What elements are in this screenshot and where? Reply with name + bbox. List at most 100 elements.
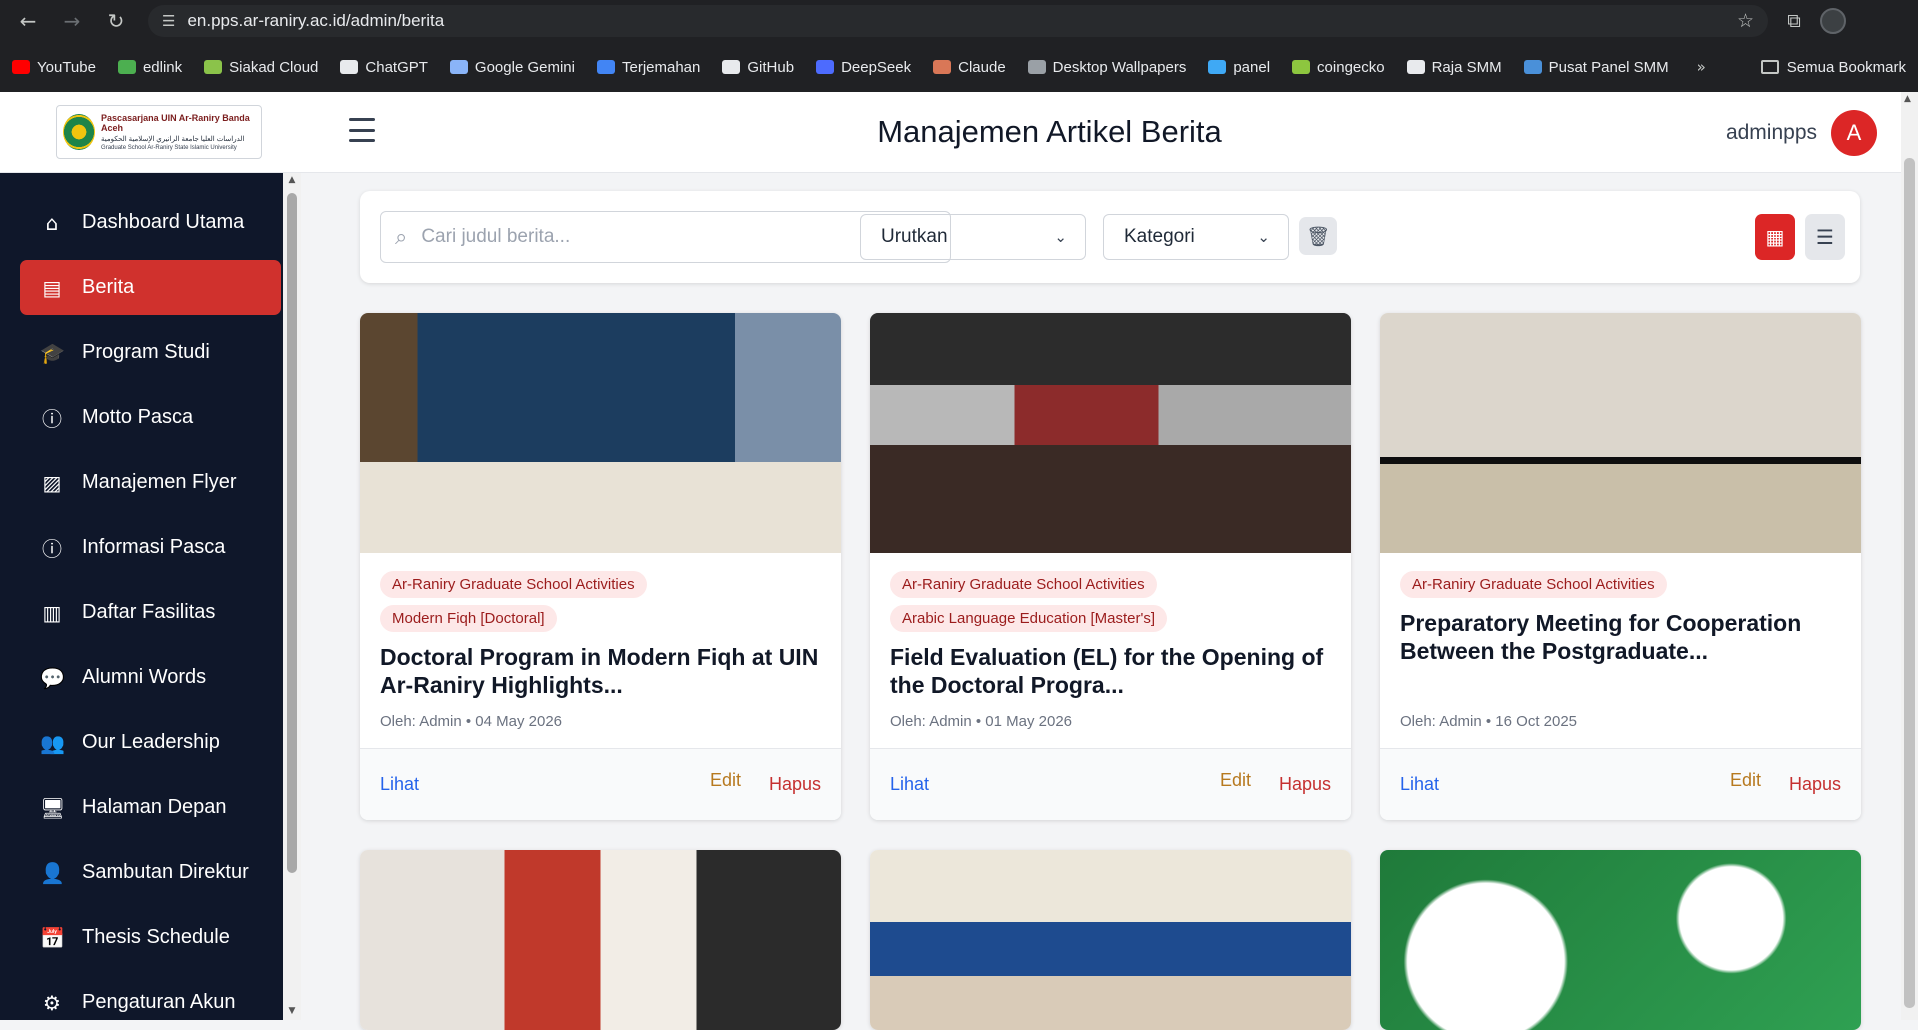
card-meta: Oleh: Admin • 16 Oct 2025 [1400,713,1578,730]
university-logo[interactable]: Pascasarjana UIN Ar-Raniry Banda Aceh ال… [56,105,262,159]
image-icon: ▨ [42,470,62,495]
bookmark-item[interactable]: ChatGPT [340,59,428,76]
page-scroll-up-icon[interactable]: ▲ [1904,94,1911,104]
bookmark-label: edlink [142,58,183,76]
sidebar-item-label: Daftar Fasilitas [82,601,216,623]
home-icon: ⌂ [45,210,59,235]
bookmark-item[interactable]: Pusat Panel SMM [1523,59,1669,76]
view-link[interactable]: Lihat [890,774,929,795]
more-bookmarks-icon[interactable]: » [1697,58,1706,76]
bookmark-item[interactable]: panel [1208,59,1270,76]
user-menu[interactable]: adminpps A [1726,110,1877,156]
address-bar[interactable]: ☰ en.pps.ar-raniry.ac.id/admin/berita ☆ [148,5,1768,37]
sidebar-item-dashboard-utama[interactable]: ⌂ Dashboard Utama [20,195,281,250]
delete-link[interactable]: Hapus [1789,774,1841,795]
scroll-down-arrow-icon[interactable]: ▼ [286,1006,298,1018]
bookmark-item[interactable]: GitHub [722,59,794,76]
bookmark-favicon-icon [816,60,835,74]
grid-icon: ▦ [1765,225,1785,249]
sidebar-item-alumni-words[interactable]: 💬 Alumni Words [20,650,281,705]
sidebar-scroll-thumb[interactable] [287,193,297,873]
card-title[interactable]: Field Evaluation (EL) for the Opening of… [890,643,1331,699]
sidebar-item-sambutan-direktur[interactable]: 👤 Sambutan Direktur [20,845,281,900]
page-scroll-thumb[interactable] [1904,158,1915,1008]
page-scrollbar[interactable]: ▲ [1901,92,1918,1020]
bookmark-item[interactable]: Google Gemini [449,59,575,76]
logo-area: Pascasarjana UIN Ar-Raniry Banda Aceh ال… [0,92,301,173]
sidebar-item-label: Program Studi [82,341,210,363]
card-title[interactable]: Doctoral Program in Modern Fiqh at UIN A… [380,643,821,699]
bookmark-item[interactable]: coingecko [1292,59,1385,76]
grid-view-button[interactable]: ▦ [1755,214,1795,260]
scroll-up-arrow-icon[interactable]: ▲ [286,175,298,187]
user-gear-icon: ⚙ [43,990,61,1015]
sidebar-item-berita[interactable]: ▤ Berita [20,260,281,315]
bookmark-item[interactable]: Raja SMM [1406,58,1502,76]
back-arrow-icon[interactable]: ← [10,3,46,39]
card-title[interactable]: Preparatory Meeting for Cooperation Betw… [1400,609,1841,665]
bookmark-item[interactable]: Desktop Wallpapers [1027,59,1186,76]
sidebar-item-label: Our Leadership [82,731,220,753]
sidebar-item-informasi-pasca[interactable]: ⓘ Informasi Pasca [20,520,281,575]
category-tag: Ar-Raniry Graduate School Activities [1400,571,1667,598]
card-actions: Lihat Edit Hapus [360,748,841,820]
bookmark-item[interactable]: Claude [933,59,1006,76]
sidebar-item-label: Dashboard Utama [82,211,245,233]
delete-link[interactable]: Hapus [1279,774,1331,795]
building-icon: ▥ [42,600,62,625]
bookmarks-bar: YouTube edlink Siakad Cloud ChatGPT Google G… [0,42,1918,92]
edit-link[interactable]: Edit [1220,770,1251,791]
edit-link[interactable]: Edit [710,770,741,791]
list-view-button[interactable]: ☰ [1805,214,1845,260]
sidebar-menu: ⌂ Dashboard Utama ▤ Berita 🎓 Program Studi ⓘ Mo… [0,173,301,1020]
sidebar-item-program-studi[interactable]: 🎓 Program Studi [20,325,281,380]
news-image[interactable] [870,313,1351,553]
view-link[interactable]: Lihat [380,774,419,795]
card-body: Ar-Raniry Graduate School Activities Mode… [360,553,841,748]
users-icon: 👥 [40,730,65,755]
reload-icon[interactable]: ↻ [98,3,134,39]
forward-arrow-icon[interactable]: → [54,3,90,39]
all-bookmarks-button[interactable]: Semua Bookmark [1760,59,1906,76]
chevron-down-icon: ⌄ [1054,228,1067,246]
page-title: Manajemen Artikel Berita [877,114,1222,149]
sidebar-item-our-leadership[interactable]: 👥 Our Leadership [20,715,281,770]
sidebar-item-thesis-schedule[interactable]: 📅 Thesis Schedule [20,910,281,965]
news-image[interactable] [360,313,841,553]
extensions-icon[interactable]: ⧉ [1776,10,1812,32]
profile-avatar[interactable] [1820,8,1846,34]
bookmark-item[interactable]: DeepSeek [816,59,911,76]
comment-icon: 💬 [40,665,65,690]
search-input[interactable] [421,226,902,248]
edit-link[interactable]: Edit [1730,770,1761,791]
sidebar-item-pengaturan-akun[interactable]: ⚙ Pengaturan Akun [20,975,281,1020]
bookmark-favicon-icon [340,60,359,74]
news-image [360,850,841,1030]
bookmark-item[interactable]: Siakad Cloud [204,59,318,76]
news-image[interactable] [1380,313,1861,553]
clear-filter-trash-icon[interactable]: 🗑 [1299,217,1337,255]
category-select[interactable]: Kategori ⌄ [1103,214,1289,260]
bookmark-star-icon[interactable]: ☆ [1737,10,1754,32]
sidebar-scrollbar[interactable]: ▲ ▼ [283,173,301,1020]
site-settings-icon[interactable]: ☰ [162,12,175,30]
bookmark-item[interactable]: edlink [117,58,183,76]
sort-select[interactable]: Urutkan ⌄ [860,214,1086,260]
news-image [870,850,1351,1030]
view-link[interactable]: Lihat [1400,774,1439,795]
sidebar-item-halaman-depan[interactable]: 🖥 Halaman Depan [20,780,281,835]
bookmark-label: coingecko [1317,58,1385,76]
graduation-cap-icon: 🎓 [40,340,65,365]
bookmark-item[interactable]: Terjemahan [596,59,700,76]
bookmark-label: Siakad Cloud [229,58,319,76]
bookmark-item[interactable]: YouTube [12,59,96,76]
sidebar-item-daftar-fasilitas[interactable]: ▥ Daftar Fasilitas [20,585,281,640]
sidebar-item-manajemen-flyer[interactable]: ▨ Manajemen Flyer [20,455,281,510]
category-tag: Ar-Raniry Graduate School Activities [890,571,1157,598]
sidebar-item-motto-pasca[interactable]: ⓘ Motto Pasca [20,390,281,445]
card-meta: Oleh: Admin • 04 May 2026 [380,713,563,730]
delete-link[interactable]: Hapus [769,774,821,795]
avatar[interactable]: A [1831,110,1877,156]
bookmark-label: Raja SMM [1431,58,1502,76]
news-card [1380,850,1861,1030]
